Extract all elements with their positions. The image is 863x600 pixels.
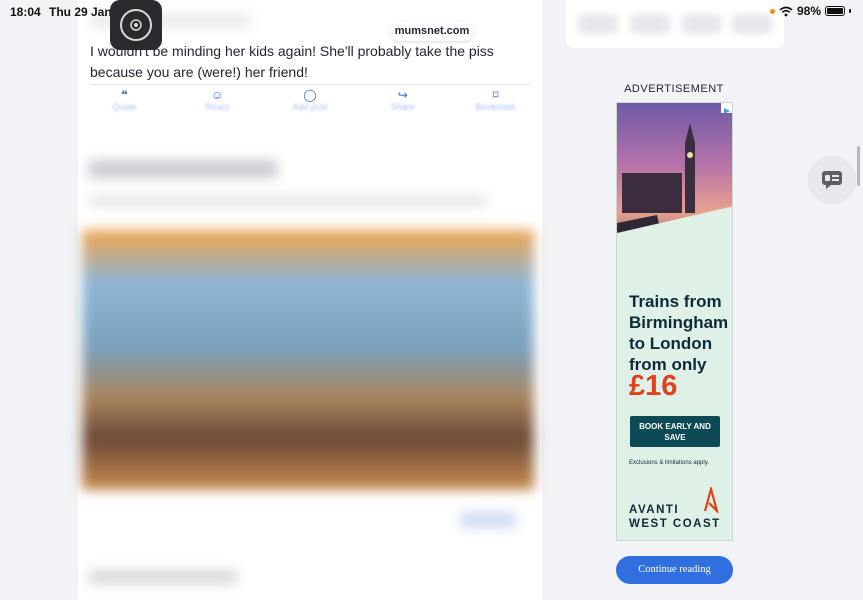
bookmark-button[interactable]: ⌑ Bookmark xyxy=(461,88,531,118)
react-icon: ☺ xyxy=(211,88,224,102)
chat-fab[interactable] xyxy=(808,156,856,204)
share-button[interactable]: ↪ Share xyxy=(368,88,438,118)
url-bar[interactable]: mumsnet.com xyxy=(390,21,474,41)
add-post-button[interactable]: ◯ Add post xyxy=(275,88,345,118)
ad-disclaimer: Exclusions & limitations apply. xyxy=(629,460,709,466)
chat-icon xyxy=(822,171,842,189)
status-date: Thu 29 Jan xyxy=(49,5,112,19)
ad-banner[interactable]: Trains from Birmingham to London from on… xyxy=(616,102,733,541)
following-post-blurred xyxy=(88,570,238,584)
assistive-touch-button[interactable] xyxy=(110,0,162,50)
post-divider xyxy=(90,84,530,85)
quote-label: Quote xyxy=(112,102,137,112)
status-time: 18:04 xyxy=(10,5,41,19)
react-button[interactable]: ☺ React xyxy=(182,88,252,118)
bookmark-label: Bookmark xyxy=(475,102,516,112)
ad-price: £16 xyxy=(629,370,678,402)
scrollbar[interactable] xyxy=(857,146,860,186)
battery-tip xyxy=(849,9,851,13)
ad-cta-button[interactable]: BOOK EARLY AND SAVE xyxy=(630,416,720,447)
battery-percent: 98% xyxy=(796,4,821,18)
continue-reading-button[interactable]: Continue reading xyxy=(616,556,733,584)
wifi-icon xyxy=(779,6,793,16)
avanti-logo-icon xyxy=(703,487,719,513)
post-card: I wouldn't be minding her kids again! Sh… xyxy=(78,0,542,600)
add-post-label: Add post xyxy=(292,102,328,112)
assistive-touch-icon xyxy=(120,9,152,41)
next-post-image-blurred xyxy=(82,230,534,490)
quote-icon: ❝ xyxy=(121,88,128,102)
next-post-button-blurred xyxy=(458,512,518,528)
bookmark-icon: ⌑ xyxy=(492,88,499,102)
ad-headline: Trains from Birmingham to London from on… xyxy=(629,292,729,374)
status-indicators: 98% xyxy=(769,4,851,18)
battery-icon xyxy=(825,6,845,16)
comment-icon: ◯ xyxy=(303,88,317,102)
recording-dot-icon xyxy=(769,8,775,14)
ad-choices-icon[interactable] xyxy=(721,103,732,114)
react-label: React xyxy=(205,102,229,112)
share-label: Share xyxy=(390,102,415,112)
share-icon: ↪ xyxy=(397,88,408,102)
quote-button[interactable]: ❝ Quote xyxy=(89,88,159,118)
next-post-header-blurred xyxy=(88,160,278,178)
post-actions: ❝ Quote ☺ React ◯ Add post ↪ Share ⌑ Boo… xyxy=(78,88,542,118)
ad-brand-line2: WEST COAST xyxy=(629,518,721,530)
advertisement-label: ADVERTISEMENT xyxy=(624,83,724,95)
next-post-text-blurred xyxy=(88,196,488,206)
